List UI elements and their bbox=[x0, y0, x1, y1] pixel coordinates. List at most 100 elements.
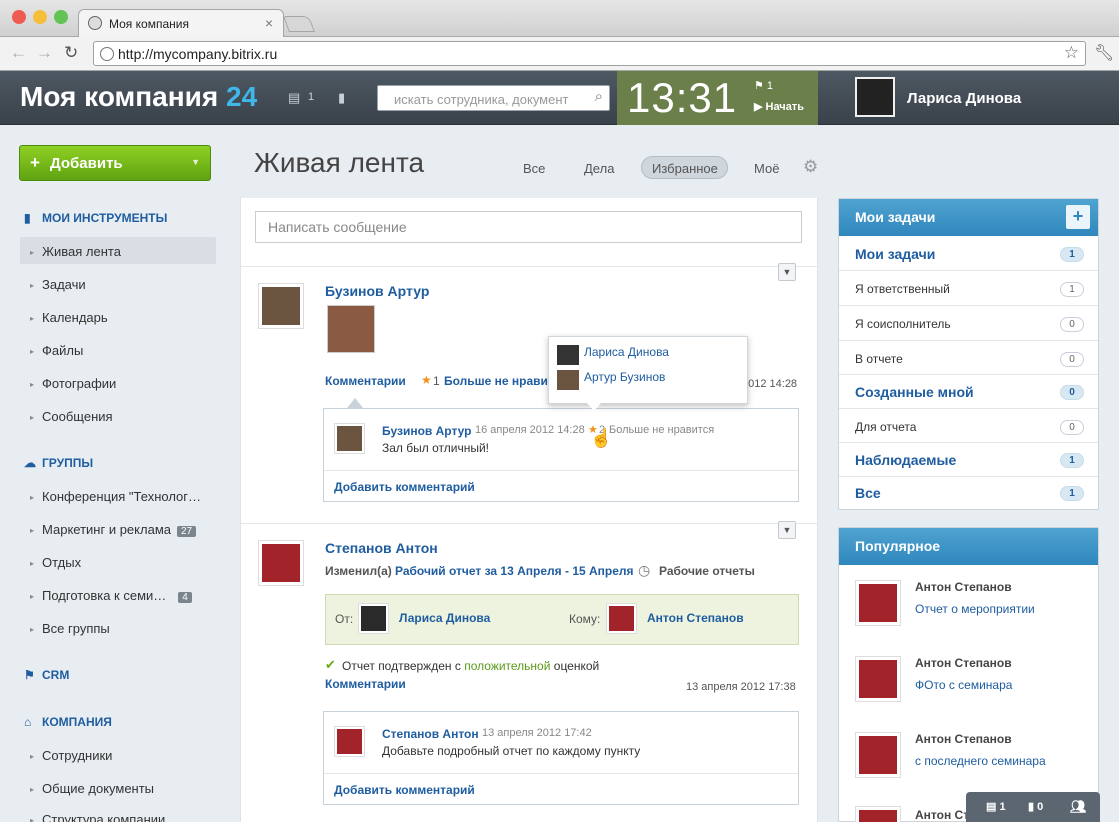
address-bar[interactable]: http://mycompany.bitrix.ru ☆ bbox=[93, 41, 1086, 66]
avatar[interactable] bbox=[855, 732, 901, 778]
sidebar-item-files[interactable]: ▸ Файлы bbox=[30, 343, 83, 358]
popular-link[interactable]: ФОто с семинара bbox=[915, 678, 1012, 692]
messages-icon[interactable]: ▤ bbox=[288, 90, 300, 106]
post-author[interactable]: Степанов Антон bbox=[325, 540, 438, 556]
sidebar-item-live-feed[interactable]: ▸ Живая лента bbox=[30, 244, 121, 259]
post-author[interactable]: Бузинов Артур bbox=[325, 283, 429, 299]
chevron-down-icon[interactable]: ▼ bbox=[191, 157, 200, 167]
task-row[interactable]: Я соисполнитель 0 bbox=[839, 306, 1098, 341]
unlike-link[interactable]: Больше не нравит bbox=[444, 374, 554, 388]
to-name[interactable]: Антон Степанов bbox=[647, 611, 744, 625]
comment-unlike-link[interactable]: Больше не нравится bbox=[609, 424, 714, 436]
sidebar-item-documents[interactable]: ▸ Общие документы bbox=[30, 781, 154, 796]
add-task-button[interactable]: + bbox=[1066, 205, 1090, 229]
section-company[interactable]: ⌂ Компания bbox=[24, 715, 112, 729]
user-avatar[interactable] bbox=[855, 77, 895, 117]
wrench-icon[interactable]: 🔧︎ bbox=[1094, 43, 1114, 63]
popular-author[interactable]: Антон Степанов bbox=[915, 580, 1012, 594]
task-row[interactable]: В отчете 0 bbox=[839, 341, 1098, 375]
sidebar-item-group[interactable]: ▸ Конференция "Технолог… bbox=[30, 489, 201, 504]
messages-icon[interactable]: ▤ 1 bbox=[986, 800, 1006, 813]
sidebar-item-group[interactable]: ▸ Отдых bbox=[30, 555, 81, 570]
avatar[interactable] bbox=[855, 580, 901, 626]
tab-favorites[interactable]: Избранное bbox=[652, 161, 718, 176]
popular-link[interactable]: с последнего семинара bbox=[915, 754, 1046, 768]
avatar[interactable] bbox=[334, 423, 365, 454]
search-icon[interactable]: ⌕ bbox=[595, 88, 603, 105]
arrow-icon: ▸ bbox=[30, 785, 35, 795]
users-icon[interactable]: 👥︎ bbox=[1070, 799, 1087, 815]
comment-author[interactable]: Степанов Антон bbox=[382, 727, 479, 741]
search-input[interactable]: искать сотрудника, документ ⌕ bbox=[377, 85, 610, 111]
avatar[interactable] bbox=[258, 540, 304, 586]
minimize-window-icon[interactable] bbox=[33, 10, 47, 24]
add-button[interactable]: + Добавить ▼ bbox=[19, 145, 211, 181]
maximize-window-icon[interactable] bbox=[54, 10, 68, 24]
avatar[interactable] bbox=[557, 370, 579, 390]
sidebar-item-group[interactable]: ▸ Маркетинг и реклама 27 bbox=[30, 522, 197, 537]
task-row[interactable]: Для отчета 0 bbox=[839, 409, 1098, 443]
avatar[interactable] bbox=[855, 656, 901, 702]
section-groups[interactable]: ☁ Группы bbox=[24, 456, 93, 470]
avatar[interactable] bbox=[258, 283, 304, 329]
reload-icon[interactable]: ↻ bbox=[64, 43, 78, 63]
user-name[interactable]: Лариса Динова bbox=[907, 90, 1021, 107]
popular-author[interactable]: Антон Степанов bbox=[915, 732, 1012, 746]
tab-tasks[interactable]: Дела bbox=[584, 161, 614, 176]
task-row[interactable]: Все 1 bbox=[839, 477, 1098, 510]
add-comment-link[interactable]: Добавить комментарий bbox=[334, 783, 475, 797]
bookmark-star-icon[interactable]: ☆ bbox=[1064, 43, 1079, 63]
tab-all[interactable]: Все bbox=[523, 161, 545, 176]
comments-link[interactable]: Комментарии bbox=[325, 677, 406, 691]
company-count: 24 bbox=[226, 81, 258, 112]
from-name[interactable]: Лариса Динова bbox=[399, 611, 490, 625]
sidebar-item-messages[interactable]: ▸ Сообщения bbox=[30, 409, 113, 424]
sidebar-item-photos[interactable]: ▸ Фотографии bbox=[30, 376, 116, 391]
sidebar-item-structure[interactable]: ▸ Структура компании bbox=[30, 812, 165, 822]
comment-date: 13 апреля 2012 17:42 bbox=[482, 727, 592, 739]
popup-user[interactable]: Артур Бузинов bbox=[584, 370, 665, 384]
sidebar-item-label: Структура компании bbox=[42, 812, 166, 822]
task-row[interactable]: Созданные мной 0 bbox=[839, 375, 1098, 409]
avatar[interactable] bbox=[855, 806, 901, 822]
add-comment-link[interactable]: Добавить комментарий bbox=[334, 480, 475, 494]
close-window-icon[interactable] bbox=[12, 10, 26, 24]
tab-close-icon[interactable]: × bbox=[265, 15, 273, 31]
section-my-tools[interactable]: ▮ Мои инструменты bbox=[24, 211, 167, 225]
forward-icon[interactable]: → bbox=[36, 43, 53, 63]
popular-link[interactable]: Отчет о мероприятии bbox=[915, 602, 1035, 616]
notifications-icon[interactable]: ▮ 0 bbox=[1028, 800, 1043, 813]
gear-icon[interactable]: ⚙ bbox=[803, 157, 818, 177]
sidebar-item-all-groups[interactable]: ▸ Все группы bbox=[30, 621, 110, 636]
avatar[interactable] bbox=[358, 603, 389, 634]
task-row[interactable]: Я ответственный 1 bbox=[839, 271, 1098, 306]
chevron-down-icon[interactable]: ▼ bbox=[778, 521, 796, 539]
popular-author[interactable]: Антон Степанов bbox=[915, 656, 1012, 670]
avatar[interactable] bbox=[557, 345, 579, 365]
workday-timer[interactable]: 13:31 ⚑ 1 ▶ Начать bbox=[617, 71, 818, 125]
notifications-icon[interactable]: ▮ bbox=[338, 90, 345, 106]
sidebar-item-employees[interactable]: ▸ Сотрудники bbox=[30, 748, 112, 763]
sidebar-item-tasks[interactable]: ▸ Задачи bbox=[30, 277, 86, 292]
section-crm[interactable]: ⚑ CRM bbox=[24, 668, 69, 682]
comment-author[interactable]: Бузинов Артур bbox=[382, 424, 471, 438]
popup-user[interactable]: Лариса Динова bbox=[584, 345, 669, 359]
avatar[interactable] bbox=[334, 726, 365, 757]
tab-mine[interactable]: Моё bbox=[754, 161, 779, 176]
start-button[interactable]: ▶ Начать bbox=[754, 100, 804, 113]
browser-tab[interactable]: Моя компания × bbox=[78, 9, 284, 37]
back-icon[interactable]: ← bbox=[10, 43, 27, 63]
task-count: 0 bbox=[1060, 385, 1084, 400]
task-row[interactable]: Наблюдаемые 1 bbox=[839, 443, 1098, 477]
task-row[interactable]: Мои задачи 1 bbox=[839, 237, 1098, 271]
arrow-icon: ▸ bbox=[30, 752, 35, 762]
compose-input[interactable]: Написать сообщение bbox=[255, 211, 802, 243]
company-title[interactable]: Моя компания 24 bbox=[20, 81, 257, 113]
sidebar-item-group[interactable]: ▸ Подготовка к семи… 4 bbox=[30, 588, 192, 603]
report-link[interactable]: Рабочий отчет за 13 Апреля - 15 Апреля bbox=[395, 564, 634, 578]
comments-link[interactable]: Комментарии bbox=[325, 374, 406, 388]
avatar[interactable] bbox=[606, 603, 637, 634]
chevron-down-icon[interactable]: ▼ bbox=[778, 263, 796, 281]
post-photo[interactable] bbox=[327, 305, 375, 353]
sidebar-item-calendar[interactable]: ▸ Календарь bbox=[30, 310, 108, 325]
